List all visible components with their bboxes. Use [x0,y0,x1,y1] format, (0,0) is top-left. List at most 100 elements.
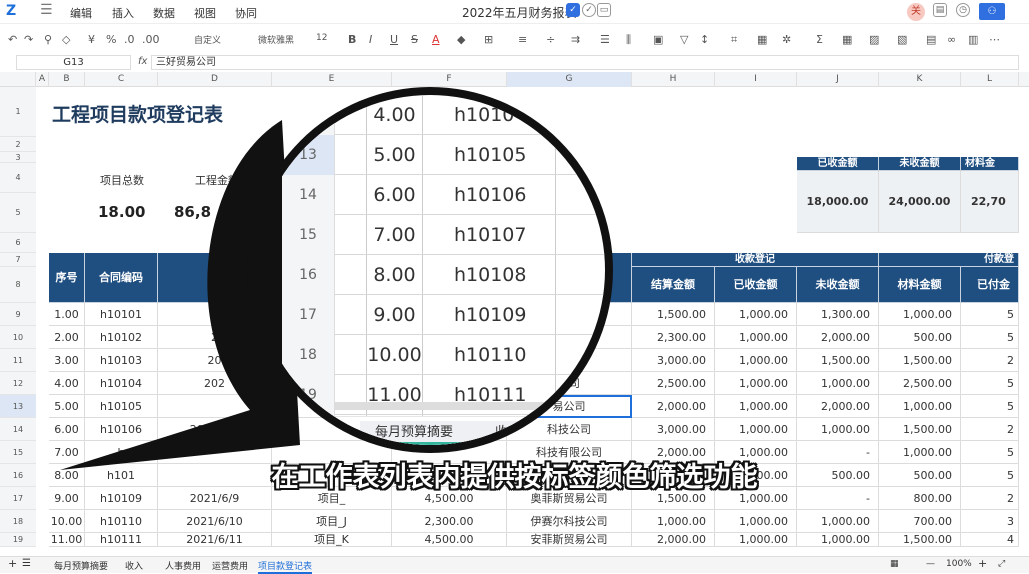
zoom-row-number[interactable]: 14 [282,175,335,215]
table-icon[interactable]: ▦ [757,33,767,46]
cell-amount[interactable] [392,418,507,441]
percent-icon[interactable]: % [106,33,116,46]
cell-received[interactable]: 1,000.00 [715,533,797,547]
link-icon[interactable]: ∞ [947,33,956,46]
column-header-c[interactable]: C [85,72,158,87]
align-icon[interactable]: ≡ [518,33,527,46]
cell-project[interactable] [272,372,392,395]
cell-code[interactable]: h10102 [85,326,158,349]
document-title[interactable]: 2022年五月财务报表 [462,4,577,21]
cell-date[interactable] [158,395,272,418]
cell-reference-box[interactable]: G13 [16,55,131,70]
strikethrough-button[interactable]: S [411,33,418,46]
chart-icon[interactable]: ▦ [842,33,852,46]
cell-received[interactable]: 1,000.00 [715,303,797,326]
header-blank-span[interactable] [158,253,632,303]
zoom-code-value[interactable]: h10107 [454,215,564,255]
cell-project[interactable]: 项目_J [272,510,392,533]
cell-project[interactable]: 项目_K [272,533,392,547]
cell-unreceived[interactable]: 1,300.00 [797,303,879,326]
zoom-seq-value[interactable]: 4.00 [362,95,427,135]
merge-icon[interactable]: ☰ [600,33,610,46]
row-header[interactable]: 11 [0,349,36,372]
cell-settle[interactable]: 2,500.00 [632,372,715,395]
column-header-k[interactable]: K [879,72,961,87]
cell-code[interactable]: h10105 [85,395,158,418]
row-header[interactable]: 4 [0,163,36,193]
note-icon[interactable]: ▥ [968,33,978,46]
row-header[interactable]: 19 [0,533,36,547]
cell-unreceived[interactable]: 2,000.00 [797,395,879,418]
cell-paid[interactable]: 3 [961,510,1019,533]
cell-date[interactable]: 2021/6/10 [158,510,272,533]
cell-code[interactable]: h10103 [85,349,158,372]
cell-project[interactable] [272,303,392,326]
cell-amount[interactable] [392,349,507,372]
cell-unreceived[interactable]: 1,000.00 [797,372,879,395]
cell-material[interactable]: 1,000.00 [879,303,961,326]
clear-icon[interactable]: ◇ [62,33,70,46]
cell-material[interactable]: 1,000.00 [879,395,961,418]
header-pay-group[interactable]: 付款登 [879,253,1019,267]
header-paid[interactable]: 已付金 [961,267,1019,303]
cell-project[interactable] [272,418,392,441]
cell-seq[interactable]: 5.00 [49,395,85,418]
wrap-icon[interactable]: ⇉ [571,33,580,46]
cell-paid[interactable]: 2 [961,349,1019,372]
row-header[interactable]: 18 [0,510,36,533]
formula-input[interactable]: 三好贸易公司 [151,55,1019,70]
cell-seq[interactable]: 2.00 [49,326,85,349]
cell-received[interactable]: 1,000.00 [715,418,797,441]
view-mode-icon[interactable]: ▦ [890,559,899,569]
unreceived-summary-value[interactable]: 24,000.00 [879,171,961,233]
decimal-decrease-icon[interactable]: .00 [142,33,160,46]
comment-icon[interactable]: ▤ [933,3,947,17]
cell-date[interactable] [158,303,272,326]
cell-received[interactable]: 1,000.00 [715,510,797,533]
cell-amount[interactable]: 2,300.00 [392,510,507,533]
column-header-h[interactable]: H [632,72,715,87]
row-header[interactable]: 8 [0,267,36,303]
cell-seq[interactable]: 10.00 [49,510,85,533]
conditional-format-icon[interactable]: ▣ [653,33,663,46]
cell-settle[interactable]: 2,000.00 [632,533,715,547]
cell-project[interactable] [272,349,392,372]
comment-tool-icon[interactable]: ▤ [926,33,936,46]
cell-settle[interactable]: 3,000.00 [632,349,715,372]
cell-unreceived[interactable]: 1,000.00 [797,510,879,533]
menu-data[interactable]: 数据 [153,5,175,21]
tab-income[interactable]: 收入 [125,559,143,572]
decimal-increase-icon[interactable]: .0 [124,33,135,46]
shield-icon[interactable]: ✓ [566,3,580,17]
cell-seq[interactable]: 1.00 [49,303,85,326]
fx-icon[interactable]: fx [138,56,147,67]
zoom-code-value[interactable]: h10106 [454,175,564,215]
header-collect-group[interactable]: 收款登记 [632,253,879,267]
cell-company[interactable]: 安菲斯贸易公司 [507,533,632,547]
cell-paid[interactable]: 4 [961,533,1019,547]
cell-unreceived[interactable]: 1,500.00 [797,349,879,372]
font-name-select[interactable]: 微软雅黑 [258,33,294,46]
column-header-b[interactable]: B [49,72,85,87]
tab-operations[interactable]: 运营费用 [212,559,248,572]
sheet-list-icon[interactable]: ☰ [22,558,31,569]
header-received[interactable]: 已收金额 [715,267,797,303]
cell-material[interactable]: 1,500.00 [879,418,961,441]
cell-received[interactable]: 1,000.00 [715,326,797,349]
selected-cell-g13[interactable] [507,395,632,418]
header-settle[interactable]: 结算金额 [632,267,715,303]
received-summary-value[interactable]: 18,000.00 [797,171,879,233]
column-header-l[interactable]: L [961,72,1019,87]
history-icon[interactable]: ◷ [956,3,970,17]
column-header-j[interactable]: J [797,72,879,87]
cell-code[interactable]: h10111 [85,533,158,547]
cell-received[interactable]: 1,000.00 [715,372,797,395]
tab-monthly-budget[interactable]: 每月预算摘要 [54,559,108,572]
cell-code[interactable]: h10104 [85,372,158,395]
select-all-corner[interactable] [0,72,36,87]
cell-amount[interactable] [392,372,507,395]
cell-date[interactable]: 2021/6/6 [158,418,272,441]
cell-material[interactable]: 1,500.00 [879,533,961,547]
row-header[interactable]: 1 [0,87,36,137]
received-summary-header[interactable]: 已收金额 [797,157,879,171]
